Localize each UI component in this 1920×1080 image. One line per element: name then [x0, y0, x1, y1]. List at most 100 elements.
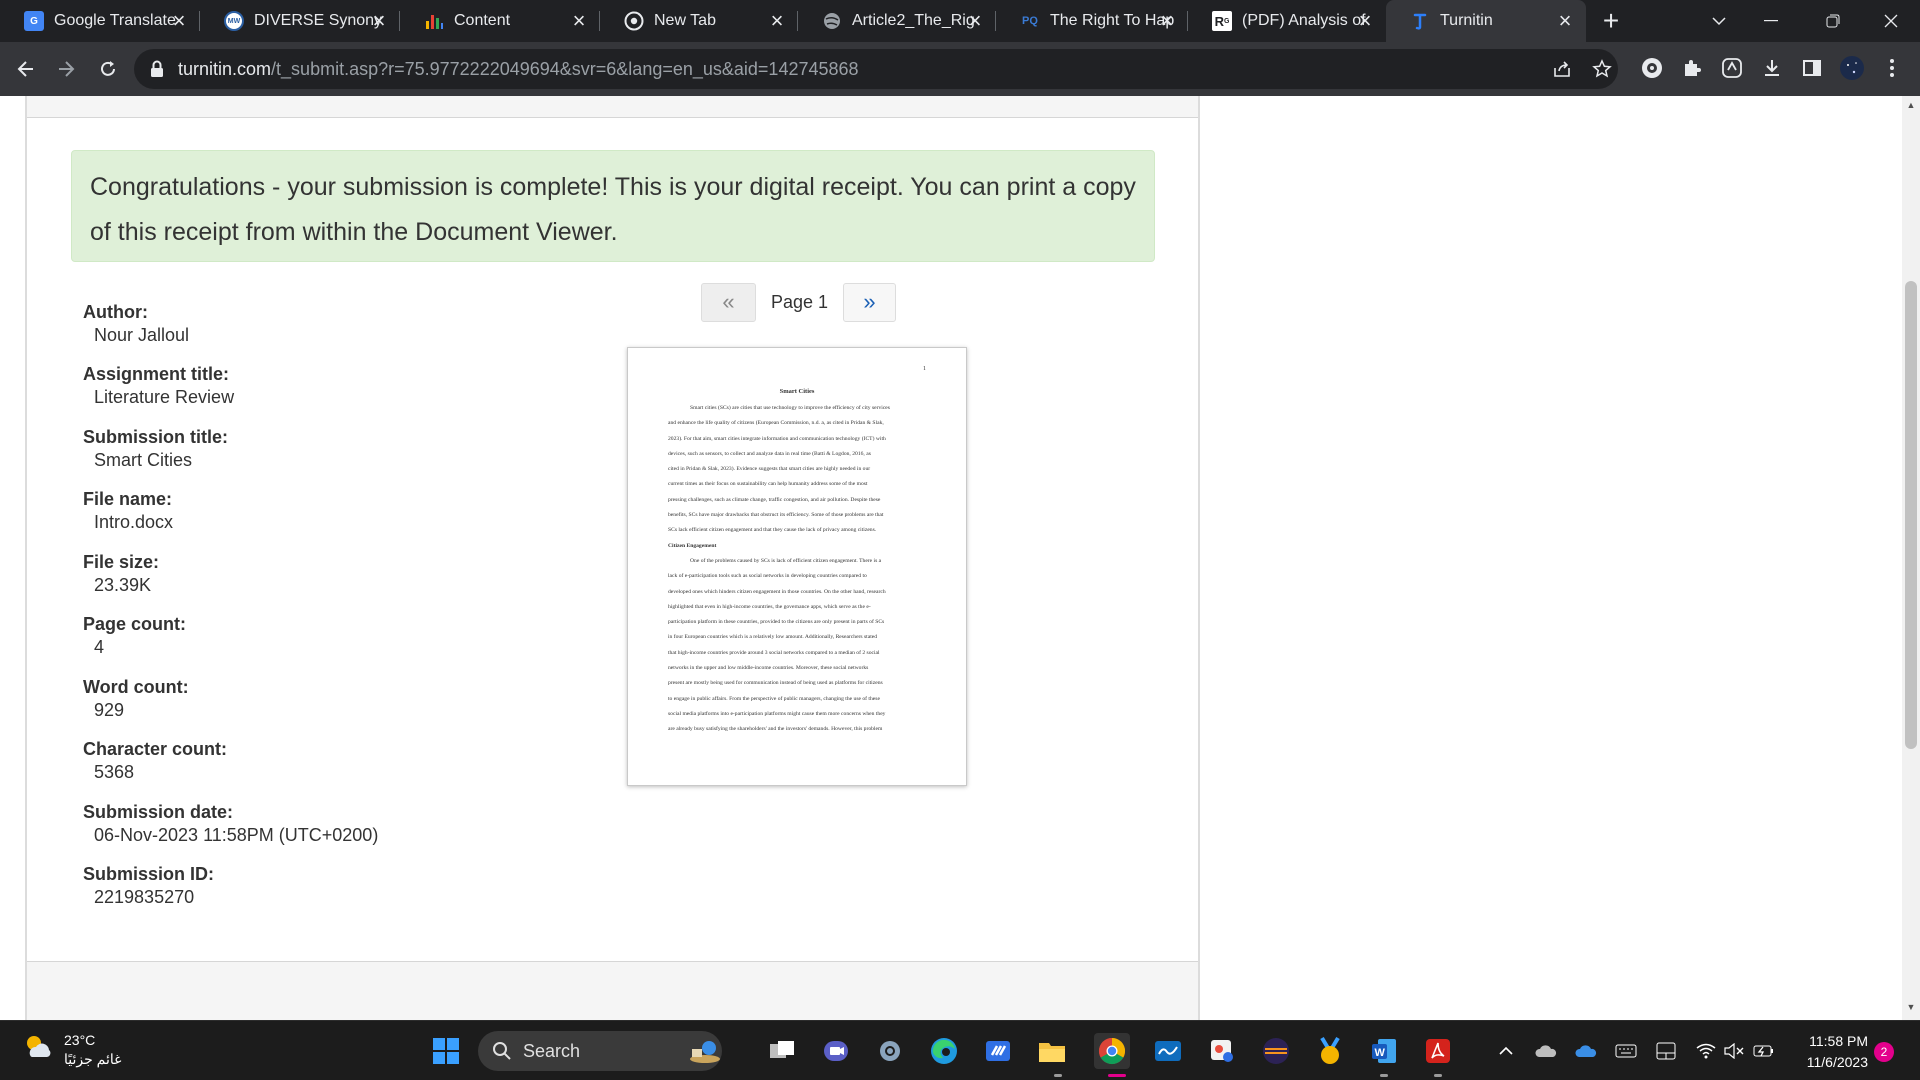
- start-button[interactable]: [428, 1033, 464, 1069]
- field-submission-id: Submission ID: 2219835270: [83, 864, 215, 907]
- scroll-up-arrow-icon[interactable]: ▲: [1902, 100, 1920, 112]
- back-arrow-icon: [17, 61, 33, 77]
- new-tab-button[interactable]: +: [1596, 6, 1626, 36]
- close-tab-icon[interactable]: ×: [964, 10, 986, 32]
- tab-search-chevron-icon[interactable]: [1694, 0, 1744, 42]
- field-author: Author: Nour Jalloul: [83, 302, 190, 345]
- volume-muted-icon[interactable]: [1722, 1039, 1746, 1063]
- globe-icon: [822, 11, 842, 31]
- document-line: current times as their focus on sustaina…: [668, 481, 868, 488]
- document-line: highlighted that even in high-income cou…: [668, 603, 871, 610]
- battery-charging-icon[interactable]: [1752, 1039, 1776, 1063]
- document-preview[interactable]: 1 Smart Cities Smart cities (SCs) are ci…: [627, 347, 967, 786]
- close-tab-icon[interactable]: ×: [1554, 10, 1576, 32]
- close-tab-icon[interactable]: ×: [1156, 10, 1178, 32]
- document-line: are already busy satisfying the sharehol…: [668, 726, 883, 733]
- notification-badge[interactable]: 2: [1874, 1042, 1894, 1062]
- document-line: cited in Pridan & Slak, 2023). Evidence …: [668, 466, 871, 473]
- forward-button[interactable]: [50, 53, 82, 85]
- close-tab-icon[interactable]: ×: [766, 10, 788, 32]
- onedrive-business-icon[interactable]: [1574, 1039, 1598, 1063]
- keyboard-icon[interactable]: [1614, 1039, 1638, 1063]
- tab-pdf-analysis[interactable]: RG (PDF) Analysis of ×: [1188, 0, 1386, 42]
- page-scrollbar[interactable]: ▲ ▼: [1902, 96, 1920, 1020]
- word-icon[interactable]: W: [1366, 1033, 1402, 1069]
- chrome-taskbar-icon[interactable]: [1094, 1033, 1130, 1069]
- medal-app-icon[interactable]: [1312, 1033, 1348, 1069]
- next-page-button[interactable]: »: [843, 283, 896, 322]
- tab-right-to-happiness[interactable]: PQ The Right To Hap ×: [996, 0, 1188, 42]
- whiteboard-app-icon[interactable]: [980, 1033, 1016, 1069]
- svg-text:W: W: [1375, 1047, 1386, 1059]
- panel-footer-strip: [27, 961, 1198, 1020]
- weather-temperature: 23°C: [64, 1032, 96, 1048]
- field-submission-date: Submission date: 06-Nov-2023 11:58PM (UT…: [83, 802, 379, 845]
- document-line: One of the problems caused by SCs is lac…: [690, 557, 882, 564]
- bookmark-star-icon[interactable]: [1590, 57, 1614, 81]
- address-bar[interactable]: turnitin.com/t_submit.asp?r=75.977222204…: [134, 49, 1618, 89]
- reload-icon: [101, 61, 115, 76]
- sync-extension-icon[interactable]: [1718, 54, 1746, 82]
- settings-gear-icon[interactable]: [872, 1033, 908, 1069]
- wifi-icon[interactable]: [1694, 1039, 1718, 1063]
- downloads-icon[interactable]: [1758, 54, 1786, 82]
- tab-google-translate[interactable]: G Google Translate ×: [0, 0, 200, 42]
- reload-button[interactable]: [92, 53, 124, 85]
- document-line: participation platform in these countrie…: [668, 619, 885, 626]
- tab-content[interactable]: Content ×: [400, 0, 600, 42]
- document-line: Smart cities (SCs) are cities that use t…: [690, 405, 890, 411]
- side-panel-icon[interactable]: [1798, 54, 1826, 82]
- snipping-tool-icon[interactable]: [1204, 1033, 1240, 1069]
- close-tab-icon[interactable]: ×: [1354, 10, 1376, 32]
- whiteboard-icon[interactable]: [1150, 1033, 1186, 1069]
- touchpad-icon[interactable]: [1654, 1039, 1678, 1063]
- minimize-button[interactable]: [1746, 0, 1796, 42]
- taskbar-search-box[interactable]: Search: [478, 1031, 722, 1071]
- close-tab-icon[interactable]: ×: [368, 10, 390, 32]
- lock-icon[interactable]: [150, 60, 164, 83]
- system-clock[interactable]: 11:58 PM 11/6/2023: [1788, 1031, 1868, 1073]
- windows-logo-icon: [433, 1038, 459, 1064]
- document-line: lack of e-participation tools such as so…: [668, 573, 867, 580]
- close-window-button[interactable]: [1866, 0, 1916, 42]
- page-indicator: Page 1: [771, 292, 829, 312]
- acrobat-reader-icon[interactable]: [1420, 1033, 1456, 1069]
- running-indicator: [1434, 1074, 1442, 1077]
- url-text: turnitin.com/t_submit.asp?r=75.977222204…: [178, 59, 859, 79]
- document-line: and enhance the life quality of citizens…: [668, 420, 884, 427]
- tab-turnitin[interactable]: Turnitin ×: [1386, 0, 1586, 42]
- field-assignment-title: Assignment title: Literature Review: [83, 364, 235, 407]
- document-line: pressing challenges, such as climate cha…: [668, 496, 881, 503]
- field-file-size: File size: 23.39K: [83, 552, 160, 595]
- scrollbar-thumb[interactable]: [1905, 281, 1917, 749]
- restore-button[interactable]: [1808, 0, 1858, 42]
- profile-avatar[interactable]: [1838, 54, 1866, 82]
- vpn-extension-icon[interactable]: [1638, 54, 1666, 82]
- scroll-down-arrow-icon[interactable]: ▼: [1902, 1002, 1920, 1014]
- teams-icon[interactable]: [818, 1033, 854, 1069]
- eclipse-ide-icon[interactable]: [1258, 1033, 1294, 1069]
- clock-time: 11:58 PM: [1809, 1033, 1868, 1049]
- weather-widget[interactable]: 23°C غائم جزئيًا: [22, 1031, 121, 1069]
- extensions-puzzle-icon[interactable]: [1678, 54, 1706, 82]
- task-view-icon[interactable]: [764, 1033, 800, 1069]
- onedrive-cloud-icon[interactable]: [1534, 1039, 1558, 1063]
- show-hidden-icons-chevron-icon[interactable]: [1494, 1039, 1518, 1063]
- file-explorer-icon[interactable]: [1034, 1033, 1070, 1069]
- tab-article2[interactable]: Article2_The_Rig ×: [798, 0, 996, 42]
- tab-new-tab[interactable]: New Tab ×: [600, 0, 798, 42]
- search-icon: [493, 1042, 511, 1060]
- document-line: 2023). For that aim, smart cities integr…: [668, 435, 886, 442]
- google-translate-icon: G: [24, 11, 44, 31]
- browser-menu-icon[interactable]: [1878, 54, 1906, 82]
- tab-diverse-synonym[interactable]: MW DIVERSE Synonym ×: [200, 0, 400, 42]
- share-icon[interactable]: [1550, 57, 1574, 81]
- close-tab-icon[interactable]: ×: [568, 10, 590, 32]
- running-indicator: [1380, 1074, 1388, 1077]
- document-body: Smart cities (SCs) are cities that use t…: [668, 401, 930, 738]
- back-button[interactable]: [10, 53, 42, 85]
- close-tab-icon[interactable]: ×: [168, 10, 190, 32]
- previous-page-button[interactable]: «: [701, 283, 756, 322]
- weather-description: غائم جزئيًا: [64, 1051, 122, 1067]
- edge-browser-icon[interactable]: [926, 1033, 962, 1069]
